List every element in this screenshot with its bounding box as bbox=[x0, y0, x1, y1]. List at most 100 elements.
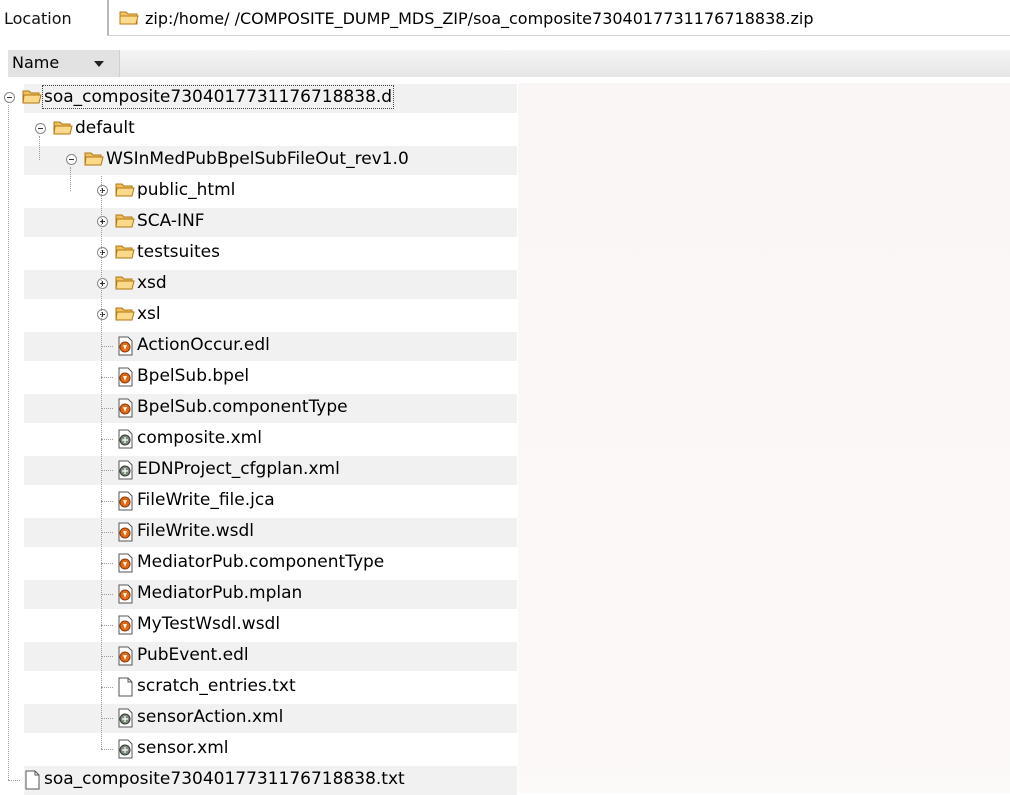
expand-toggle-icon[interactable] bbox=[97, 216, 108, 227]
tree-file-row[interactable]: FileWrite.wsdl bbox=[0, 517, 1010, 547]
collapse-toggle-icon[interactable] bbox=[66, 154, 77, 165]
source-file-icon bbox=[115, 584, 135, 604]
tree-item-label: composite.xml bbox=[137, 428, 262, 448]
tree-item-label: default bbox=[75, 118, 135, 138]
tree-folder-row[interactable]: soa_composite7304017731176718838.d bbox=[0, 83, 1010, 113]
folder-icon bbox=[115, 181, 135, 199]
text-file-icon bbox=[22, 770, 42, 790]
tree-item-label: MyTestWsdl.wsdl bbox=[137, 614, 281, 634]
tree-item-label: soa_composite7304017731176718838.d bbox=[41, 85, 395, 109]
tree-folder-row[interactable]: default bbox=[0, 114, 1010, 144]
tree-file-row[interactable]: MediatorPub.mplan bbox=[0, 579, 1010, 609]
folder-icon bbox=[84, 150, 104, 168]
row-stripe bbox=[24, 518, 517, 547]
tree-connector bbox=[101, 625, 113, 626]
tree-item-label: WSInMedPubBpelSubFileOut_rev1.0 bbox=[106, 149, 409, 169]
tree-connector bbox=[101, 749, 113, 750]
tree-folder-row[interactable]: xsd bbox=[0, 269, 1010, 299]
source-file-icon bbox=[115, 491, 135, 511]
tree-item-label: soa_composite7304017731176718838.txt bbox=[44, 769, 405, 789]
tree-guide-line bbox=[8, 105, 9, 780]
tree-item-label: FileWrite_file.jca bbox=[137, 490, 275, 510]
tree-file-row[interactable]: ActionOccur.edl bbox=[0, 331, 1010, 361]
expand-toggle-icon[interactable] bbox=[97, 278, 108, 289]
tree-file-row[interactable]: EDNProject_cfgplan.xml bbox=[0, 455, 1010, 485]
tree-file-row[interactable]: scratch_entries.txt bbox=[0, 672, 1010, 702]
collapse-toggle-icon[interactable] bbox=[4, 92, 15, 103]
folder-icon bbox=[22, 88, 42, 106]
tree-file-row[interactable]: PubEvent.edl bbox=[0, 641, 1010, 671]
tree-connector bbox=[101, 532, 113, 533]
tree-item-label: MediatorPub.componentType bbox=[137, 552, 385, 572]
source-file-icon bbox=[115, 615, 135, 635]
source-file-icon bbox=[115, 522, 135, 542]
tree-connector bbox=[101, 718, 113, 719]
source-file-icon bbox=[115, 367, 135, 387]
tree-connector bbox=[101, 439, 113, 440]
folder-icon bbox=[119, 8, 139, 30]
tree-guide-line bbox=[39, 136, 40, 160]
text-file-icon bbox=[115, 677, 135, 697]
name-column-header[interactable]: Name bbox=[8, 50, 120, 77]
tree-file-row[interactable]: composite.xml bbox=[0, 424, 1010, 454]
tree-item-label: xsd bbox=[137, 273, 167, 293]
tree-connector bbox=[101, 408, 113, 409]
tree-file-row[interactable]: sensor.xml bbox=[0, 734, 1010, 764]
tree-item-label: PubEvent.edl bbox=[137, 645, 249, 665]
location-bar: Location zip:/home/ /COMPOSITE_DUMP_MDS_… bbox=[0, 0, 1010, 42]
tree-connector bbox=[101, 656, 113, 657]
location-field[interactable]: zip:/home/ /COMPOSITE_DUMP_MDS_ZIP/soa_c… bbox=[107, 0, 1010, 36]
folder-icon bbox=[53, 119, 73, 137]
tree-item-label: MediatorPub.mplan bbox=[137, 583, 303, 603]
tree-item-label: sensorAction.xml bbox=[137, 707, 284, 727]
xml-file-icon bbox=[115, 739, 135, 759]
tree-item-label: EDNProject_cfgplan.xml bbox=[137, 459, 340, 479]
xml-file-icon bbox=[115, 460, 135, 480]
tree-connector bbox=[101, 377, 113, 378]
xml-file-icon bbox=[115, 429, 135, 449]
folder-icon bbox=[115, 212, 135, 230]
tree-file-row[interactable]: MediatorPub.componentType bbox=[0, 548, 1010, 578]
tree-file-row[interactable]: BpelSub.componentType bbox=[0, 393, 1010, 423]
location-label: Location bbox=[4, 9, 72, 28]
tree-item-label: BpelSub.bpel bbox=[137, 366, 250, 386]
tree-folder-row[interactable]: xsl bbox=[0, 300, 1010, 330]
tree-guide-line bbox=[70, 167, 71, 191]
source-file-icon bbox=[115, 398, 135, 418]
row-stripe bbox=[24, 642, 517, 671]
tree-folder-row[interactable]: WSInMedPubBpelSubFileOut_rev1.0 bbox=[0, 145, 1010, 175]
tree-file-row[interactable]: MyTestWsdl.wsdl bbox=[0, 610, 1010, 640]
tree-folder-row[interactable]: public_html bbox=[0, 176, 1010, 206]
location-path: zip:/home/ /COMPOSITE_DUMP_MDS_ZIP/soa_c… bbox=[145, 9, 814, 28]
source-file-icon bbox=[115, 646, 135, 666]
tree-connector bbox=[101, 563, 113, 564]
column-header-row: Name bbox=[8, 50, 1010, 77]
tree-item-label: FileWrite.wsdl bbox=[137, 521, 255, 541]
collapse-toggle-icon[interactable] bbox=[35, 123, 46, 134]
tree-file-row[interactable]: soa_composite7304017731176718838.txt bbox=[0, 765, 1010, 795]
tree-file-row[interactable]: sensorAction.xml bbox=[0, 703, 1010, 733]
tree-connector bbox=[101, 501, 113, 502]
expand-toggle-icon[interactable] bbox=[97, 185, 108, 196]
tree-connector bbox=[101, 687, 113, 688]
tree-file-row[interactable]: FileWrite_file.jca bbox=[0, 486, 1010, 516]
tree-connector bbox=[8, 780, 20, 781]
tree-folder-row[interactable]: testsuites bbox=[0, 238, 1010, 268]
tree-item-label: scratch_entries.txt bbox=[137, 676, 296, 696]
source-file-icon bbox=[115, 553, 135, 573]
tree-item-label: public_html bbox=[137, 180, 236, 200]
expand-toggle-icon[interactable] bbox=[97, 309, 108, 320]
tree-item-label: xsl bbox=[137, 304, 161, 324]
tree-item-label: SCA-INF bbox=[137, 211, 205, 231]
sort-descending-icon bbox=[94, 61, 104, 67]
tree-item-label: ActionOccur.edl bbox=[137, 335, 270, 355]
folder-icon bbox=[115, 274, 135, 292]
expand-toggle-icon[interactable] bbox=[97, 247, 108, 258]
row-stripe bbox=[24, 332, 517, 361]
tree-connector bbox=[101, 346, 113, 347]
tree-item-label: sensor.xml bbox=[137, 738, 229, 758]
tree-file-row[interactable]: BpelSub.bpel bbox=[0, 362, 1010, 392]
tree-item-label: BpelSub.componentType bbox=[137, 397, 348, 417]
tree-connector bbox=[101, 470, 113, 471]
tree-folder-row[interactable]: SCA-INF bbox=[0, 207, 1010, 237]
